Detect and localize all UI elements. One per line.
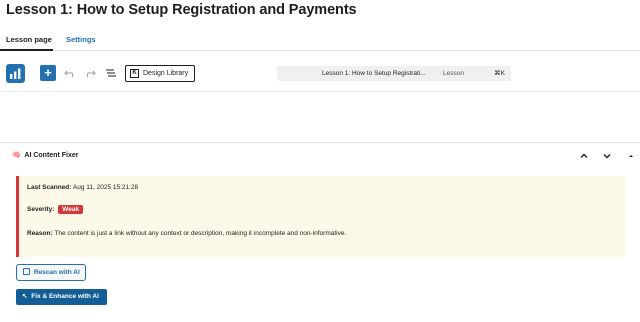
last-scanned-label: Last Scanned: <box>27 184 72 191</box>
undo-icon[interactable] <box>62 65 78 81</box>
caret-up-icon[interactable] <box>625 149 637 161</box>
tab-settings[interactable]: Settings <box>66 35 96 44</box>
panel-title: 🧠 AI Content Fixer <box>12 151 78 159</box>
panel-title-label: AI Content Fixer <box>24 152 79 159</box>
command-palette-button[interactable]: Lesson 1: How to Setup Registrati... · L… <box>277 66 511 81</box>
fix-and-enhance-button[interactable]: ↖ Fix & Enhance with AI <box>16 289 107 305</box>
bar-chart-icon[interactable] <box>6 64 25 83</box>
editor-toolbar: + K Design Library Lesson 1: How to Setu… <box>0 52 640 92</box>
design-library-button[interactable]: K Design Library <box>125 65 195 82</box>
scan-result-notice: Last Scanned: Aug 11, 2025 15:21:28 Seve… <box>16 176 625 257</box>
last-scanned-row: Last Scanned: Aug 11, 2025 15:21:28 <box>27 184 138 191</box>
command-post-type: · Lesson <box>439 70 464 77</box>
chevron-up-icon[interactable] <box>578 149 590 161</box>
rescan-label: Rescan with AI <box>33 269 80 276</box>
magic-wand-icon: ↖ <box>22 293 28 300</box>
redo-icon[interactable] <box>82 65 98 81</box>
rescan-with-ai-button[interactable]: Rescan with AI <box>16 264 86 281</box>
active-tab-indicator <box>0 49 53 51</box>
editor-tabs: Lesson page Settings <box>0 30 640 51</box>
fix-label: Fix & Enhance with AI <box>31 293 99 300</box>
reason-label: Reason: <box>27 230 53 237</box>
tab-lesson-page[interactable]: Lesson page <box>6 35 52 44</box>
severity-badge: Weak <box>58 205 84 214</box>
design-library-label: Design Library <box>143 70 189 77</box>
reason-value: The content is just a link without any c… <box>54 230 347 237</box>
severity-label: Severity: <box>27 206 55 213</box>
brain-icon: 🧠 <box>12 152 21 159</box>
chevron-down-icon[interactable] <box>601 149 613 161</box>
reason-row: Reason: The content is just a link witho… <box>27 230 346 237</box>
add-block-button[interactable]: + <box>40 65 56 81</box>
ai-content-fixer-panel-header[interactable]: 🧠 AI Content Fixer <box>0 142 640 167</box>
refresh-icon <box>23 268 30 275</box>
command-shortcut: ⌘K <box>494 70 505 77</box>
list-view-icon[interactable] <box>103 65 119 81</box>
command-title: Lesson 1: How to Setup Registrati... <box>322 70 426 77</box>
page-title: Lesson 1: How to Setup Registration and … <box>6 2 357 18</box>
last-scanned-value: Aug 11, 2025 15:21:28 <box>72 184 139 191</box>
severity-row: Severity: Weak <box>27 205 84 214</box>
design-library-icon: K <box>130 69 139 78</box>
